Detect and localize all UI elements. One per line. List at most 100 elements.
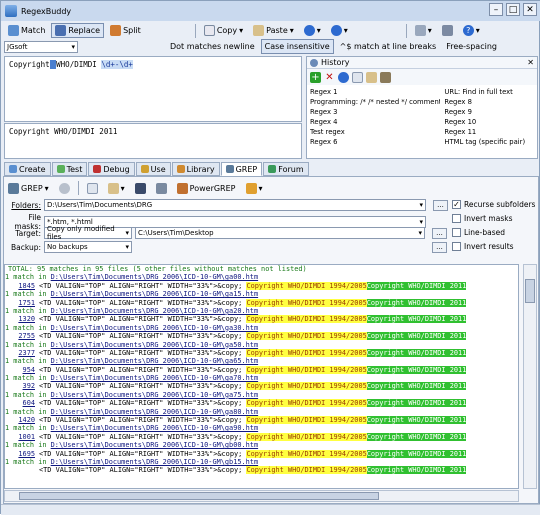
regex-text: Copyright WHO/DIMDI \d+-\d+ [9,60,133,69]
new-action-button[interactable] [83,181,102,196]
owl-icon[interactable] [380,71,391,83]
history-item[interactable]: Regex 6 [310,137,440,147]
invert-masks-checkbox[interactable]: Invert masks [452,214,513,223]
case-insensitive-toggle[interactable]: Case insensitive [260,39,334,54]
history-item[interactable]: Regex 3 [310,107,440,117]
result-file-header[interactable]: 1 match in D:\Users\Tim\Documents\DRG 20… [5,408,518,416]
result-line[interactable]: 392 <TD VALIGN="TOP" ALIGN="RIGHT" WIDTH=… [5,382,518,391]
layout-button[interactable]: ▾ [411,23,436,38]
result-line[interactable]: 1695 <TD VALIGN="TOP" ALIGN="RIGHT" WIDTH… [5,449,518,458]
open-icon[interactable] [366,71,377,83]
target-mode-select[interactable]: Copy only modified files ▾ [44,225,132,241]
folders-browse-button[interactable]: ... [433,199,448,211]
edit-button[interactable]: ▾ [242,181,267,196]
backup-select[interactable]: No backups ▾ [44,241,132,253]
abort-button[interactable] [55,181,74,196]
result-new-text: Copyright WHO/DIMDI 2011 [366,348,467,357]
replace-button[interactable]: Replace [51,23,105,38]
result-file-header[interactable]: 1 match in D:\Users\Tim\Documents\DRG 20… [5,441,518,449]
result-line[interactable]: 604 <TD VALIGN="TOP" ALIGN="RIGHT" WIDTH=… [5,399,518,408]
result-line[interactable]: 954 <TD VALIGN="TOP" ALIGN="RIGHT" WIDTH=… [5,365,518,374]
target-browse-button[interactable]: ... [432,227,447,239]
use-button[interactable]: ▾ [327,23,352,38]
target-folder-input[interactable]: C:\Users\Tim\Desktop ▾ [135,227,425,239]
close-icon[interactable]: ✕ [523,3,537,16]
export-button[interactable] [152,181,171,196]
vertical-scrollbar[interactable] [523,264,537,489]
dot-matches-newline-toggle[interactable]: Dot matches newline [166,39,259,54]
result-line[interactable]: <TD VALIGN="TOP" ALIGN="RIGHT" WIDTH="33… [5,466,518,475]
result-file-header[interactable]: 1 match in D:\Users\Tim\Documents\DRG 20… [5,357,518,365]
history-item[interactable]: Test regex [310,127,440,137]
result-line[interactable]: 2377 <TD VALIGN="TOP" ALIGN="RIGHT" WIDTH… [5,348,518,357]
result-line-number: 1751 [18,298,35,307]
save-action-button[interactable] [131,181,150,196]
result-line[interactable]: 1320 <TD VALIGN="TOP" ALIGN="RIGHT" WIDTH… [5,315,518,324]
match-button[interactable]: Match [4,23,49,38]
flavor-select[interactable]: JGsoft ▾ [4,40,78,53]
close-panel-icon[interactable]: ✕ [527,58,537,67]
result-file-header[interactable]: 1 match in D:\Users\Tim\Documents\DRG 20… [5,374,518,382]
help-button[interactable]: ? ▾ [459,23,484,38]
results-total: TOTAL: 95 matches in 95 files (5 other f… [8,265,307,273]
caret-dollar-toggle[interactable]: ^$ match at line breaks [336,39,441,54]
history-item[interactable]: HTML tag (specific pair) [444,137,534,147]
result-file-header[interactable]: 1 match in D:\Users\Tim\Documents\DRG 20… [5,458,518,466]
grep-results[interactable]: TOTAL: 95 matches in 95 files (5 other f… [4,264,519,489]
history-item[interactable]: Regex 4 [310,117,440,127]
result-line[interactable]: 1001 <TD VALIGN="TOP" ALIGN="RIGHT" WIDTH… [5,432,518,441]
history-item[interactable]: Regex 1 [310,87,440,97]
result-file-header[interactable]: 1 match in D:\Users\Tim\Documents\DRG 20… [5,273,518,281]
line-based-checkbox[interactable]: Line-based [452,228,505,237]
grep-button[interactable]: GREP ▾ [4,181,53,196]
result-match-count: 1 match in [5,340,47,349]
info-icon[interactable] [338,71,349,83]
tab-library[interactable]: Library [171,162,220,176]
history-item[interactable]: Programming: /* /* nested */ comment */ [310,97,440,107]
history-item[interactable]: Regex 10 [444,117,534,127]
backup-browse-button[interactable]: ... [432,241,447,253]
result-file-header[interactable]: 1 match in D:\Users\Tim\Documents\DRG 20… [5,290,518,298]
result-file-header[interactable]: 1 match in D:\Users\Tim\Documents\DRG 20… [5,391,518,399]
delete-icon[interactable]: ✕ [324,72,335,83]
folders-input[interactable]: D:\Users\Tim\Documents\DRG ▾ [44,199,426,211]
result-old-text: Copyright WHO/DIMDI 1994/2005 [246,416,367,425]
replacement-editor[interactable]: Copyright WHO/DIMDI 2011 [4,123,302,159]
split-button[interactable]: Split [106,23,145,38]
result-file-header[interactable]: 1 match in D:\Users\Tim\Documents\DRG 20… [5,307,518,315]
history-item[interactable]: Regex 9 [444,107,534,117]
maximize-icon[interactable]: □ [506,3,520,16]
copy-button[interactable]: Copy ▾ [200,23,247,38]
tab-debug[interactable]: Debug [88,162,135,176]
tab-grep[interactable]: GREP [220,162,263,176]
new-file-icon[interactable] [352,71,363,83]
result-line[interactable]: 2755 <TD VALIGN="TOP" ALIGN="RIGHT" WIDTH… [5,332,518,341]
powergrep-button[interactable]: PowerGREP [173,181,240,196]
add-icon[interactable]: + [310,71,321,83]
tab-create[interactable]: Create [4,162,51,176]
scroll-thumb[interactable] [19,492,379,500]
result-line[interactable]: 1845 <TD VALIGN="TOP" ALIGN="RIGHT" WIDTH… [5,281,518,290]
regex-editor[interactable]: Copyright WHO/DIMDI \d+-\d+ [4,56,302,122]
history-item[interactable]: URL: Find in full text [444,87,534,97]
open-action-button[interactable]: ▾ [104,181,129,196]
result-line[interactable]: 1420 <TD VALIGN="TOP" ALIGN="RIGHT" WIDTH… [5,416,518,425]
free-spacing-toggle[interactable]: Free-spacing [442,39,501,54]
tab-test[interactable]: Test [51,162,88,176]
library-button[interactable]: ▾ [300,23,325,38]
result-file-header[interactable]: 1 match in D:\Users\Tim\Documents\DRG 20… [5,341,518,349]
minimize-icon[interactable]: – [489,3,503,16]
result-line[interactable]: 1751 <TD VALIGN="TOP" ALIGN="RIGHT" WIDTH… [5,298,518,307]
history-item[interactable]: Regex 11 [444,127,534,137]
history-item[interactable]: Regex 8 [444,97,534,107]
paste-button[interactable]: Paste ▾ [249,23,298,38]
tab-use[interactable]: Use [135,162,171,176]
result-file-header[interactable]: 1 match in D:\Users\Tim\Documents\DRG 20… [5,324,518,332]
options-button[interactable] [438,23,457,38]
result-file-header[interactable]: 1 match in D:\Users\Tim\Documents\DRG 20… [5,424,518,432]
recurse-subfolders-checkbox[interactable]: ✓ Recurse subfolders [452,200,535,209]
horizontal-scrollbar[interactable] [4,490,519,502]
scroll-thumb[interactable] [525,279,535,303]
invert-results-checkbox[interactable]: Invert results [452,242,514,251]
tab-forum[interactable]: Forum [263,162,309,176]
